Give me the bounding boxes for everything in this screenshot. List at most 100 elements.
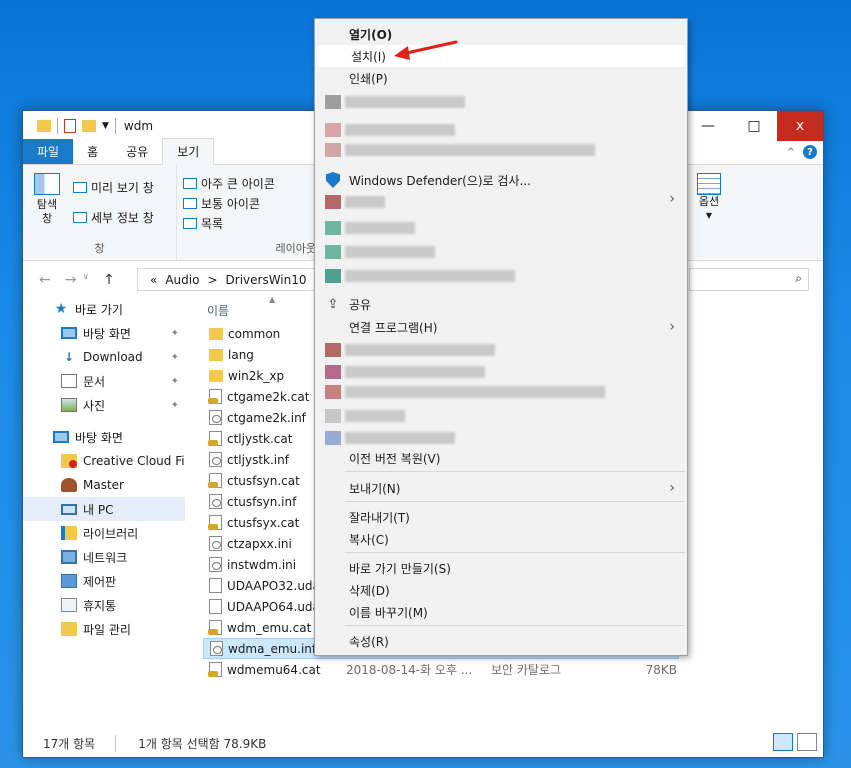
navigation-pane-button[interactable]: 탐색 창 [29, 173, 65, 227]
file-icon [209, 494, 222, 509]
options-button[interactable]: 옵션 ▼ [691, 173, 727, 223]
tab-file[interactable]: 파일 [23, 139, 74, 164]
up-arrow-icon[interactable]: ↑ [103, 272, 115, 288]
search-input[interactable]: ⌕ [689, 268, 809, 291]
breadcrumb-audio[interactable]: Audio [165, 273, 199, 287]
nav-item-label: Master [83, 478, 124, 492]
nav-item-master[interactable]: Master [23, 473, 185, 497]
nav-item-download[interactable]: ↓ Download ✦ [23, 345, 185, 369]
preview-pane-button[interactable]: 미리 보기 창 [73, 177, 154, 197]
nav-item-file-management[interactable]: 파일 관리 [23, 617, 185, 641]
nav-item-libraries[interactable]: 라이브러리 [23, 521, 185, 545]
nav-item-desktop[interactable]: 바탕 화면 [23, 425, 185, 449]
toolbar-divider [57, 118, 58, 134]
nav-item-documents[interactable]: 문서 ✦ [23, 369, 185, 393]
medium-icons-icon [183, 197, 197, 209]
help-icon[interactable]: ? [803, 145, 817, 159]
nav-item-label: 내 PC [83, 502, 114, 517]
menu-item-properties[interactable]: 속성(R) [315, 630, 687, 652]
security-catalog-icon [208, 620, 222, 635]
recycle-bin-icon [61, 598, 77, 612]
menu-item-rename[interactable]: 이름 바꾸기(M) [315, 601, 687, 623]
item-count: 17개 항목 [43, 736, 96, 751]
security-catalog-icon [208, 662, 222, 677]
menu-item-defender-scan[interactable]: Windows Defender(으)로 검사... [315, 169, 687, 191]
file-name: ctljystk.cat [227, 431, 293, 446]
tab-share[interactable]: 공유 [112, 139, 162, 164]
maximize-button[interactable]: □ [731, 111, 777, 141]
menu-item-print[interactable]: 인쇄(P) [315, 67, 687, 89]
file-icon [209, 452, 222, 467]
nav-item-desktop-pinned[interactable]: 바탕 화면 ✦ [23, 321, 185, 345]
view-toggle [773, 733, 817, 751]
menu-item-label: 공유 [349, 297, 372, 312]
menu-item-copy[interactable]: 복사(C) [315, 528, 687, 550]
menu-item-share[interactable]: ⇪ 공유 [315, 293, 687, 315]
menu-item-open[interactable]: 열기(O) [315, 23, 687, 45]
blurred-menu-item[interactable] [325, 365, 485, 379]
menu-item-install[interactable]: 설치(I) [317, 45, 685, 67]
file-icon [209, 557, 222, 572]
chevron-down-icon[interactable]: ▼ [102, 121, 109, 131]
menu-item-send-to[interactable]: 보내기(N) › [315, 477, 687, 499]
file-name: common [228, 326, 281, 341]
details-pane-button[interactable]: 세부 정보 창 [73, 207, 154, 227]
breadcrumb-separator[interactable]: > [207, 273, 217, 287]
nav-item-creative-cloud[interactable]: Creative Cloud Files [23, 449, 185, 473]
monitor-icon [61, 327, 77, 339]
properties-icon[interactable] [64, 119, 76, 133]
options-label: 옵션 [698, 195, 720, 208]
blurred-menu-item[interactable] [325, 143, 595, 157]
navigation-pane: ★ 바로 가기 바탕 화면 ✦ ↓ Download ✦ 문서 ✦ 사진 ✦ 바… [23, 297, 185, 717]
tab-home[interactable]: 홈 [73, 139, 112, 164]
menu-item-delete[interactable]: 삭제(D) [315, 579, 687, 601]
large-icons-view-button[interactable] [797, 733, 817, 751]
layout-list[interactable]: 목록 [183, 213, 310, 233]
recent-chevron-icon[interactable]: ∨ [82, 272, 89, 288]
blurred-menu-item[interactable] [325, 409, 405, 423]
nav-item-this-pc[interactable]: 내 PC [23, 497, 185, 521]
minimize-button[interactable]: — [685, 111, 731, 141]
blurred-menu-item[interactable] [325, 221, 415, 235]
nav-item-quick-access[interactable]: ★ 바로 가기 [23, 297, 185, 321]
breadcrumb-overflow[interactable]: « [150, 273, 157, 287]
address-bar[interactable]: « Audio > DriversWin10 > [137, 268, 317, 291]
blurred-menu-item[interactable] [325, 195, 385, 209]
blurred-menu-item[interactable] [325, 95, 465, 109]
nav-item-control-panel[interactable]: 제어판 [23, 569, 185, 593]
details-view-button[interactable] [773, 733, 793, 751]
menu-item-create-shortcut[interactable]: 바로 가기 만들기(S) [315, 557, 687, 579]
blurred-menu-item[interactable] [325, 269, 515, 283]
control-panel-icon [61, 574, 77, 588]
library-icon [61, 526, 77, 540]
menu-item-open-with[interactable]: 연결 프로그램(H) › [315, 316, 687, 338]
blurred-menu-item[interactable] [325, 431, 455, 445]
tab-view[interactable]: 보기 [162, 138, 215, 165]
new-folder-icon[interactable] [82, 120, 96, 132]
layout-medium-icons[interactable]: 보통 아이콘 [183, 193, 310, 213]
security-catalog-icon [208, 515, 222, 530]
forward-arrow-icon[interactable]: → [65, 272, 77, 288]
file-name: ctzapxx.ini [227, 536, 292, 551]
breadcrumb-driverswin10[interactable]: DriversWin10 [226, 273, 307, 287]
blurred-menu-item[interactable] [325, 343, 495, 357]
menu-item-cut[interactable]: 잘라내기(T) [315, 506, 687, 528]
blurred-menu-item[interactable] [325, 385, 605, 399]
file-name: ctljystk.inf [227, 452, 289, 467]
layout-extra-large-icons[interactable]: 아주 큰 아이콘 [183, 173, 310, 193]
close-button[interactable]: x [777, 111, 823, 141]
menu-item-restore-previous[interactable]: 이전 버전 복원(V) [315, 447, 687, 469]
blurred-menu-item[interactable] [325, 245, 435, 259]
back-arrow-icon[interactable]: ← [39, 272, 51, 288]
file-name: wdm_emu.cat [227, 620, 312, 635]
nav-item-network[interactable]: 네트워크 [23, 545, 185, 569]
navigation-pane-label: 탐색 창 [36, 198, 58, 225]
nav-item-pictures[interactable]: 사진 ✦ [23, 393, 185, 417]
file-name: ctusfsyx.cat [227, 515, 300, 530]
nav-item-label: 바로 가기 [75, 302, 123, 317]
nav-item-recycle-bin[interactable]: 휴지통 [23, 593, 185, 617]
chevron-up-icon[interactable]: ^ [787, 147, 795, 158]
file-row[interactable]: wdmemu64.cat 2018-08-14-화 오후 ... 보안 카탈로그 78… [195, 659, 823, 680]
blurred-menu-item[interactable] [325, 123, 455, 137]
security-catalog-icon [208, 389, 222, 404]
